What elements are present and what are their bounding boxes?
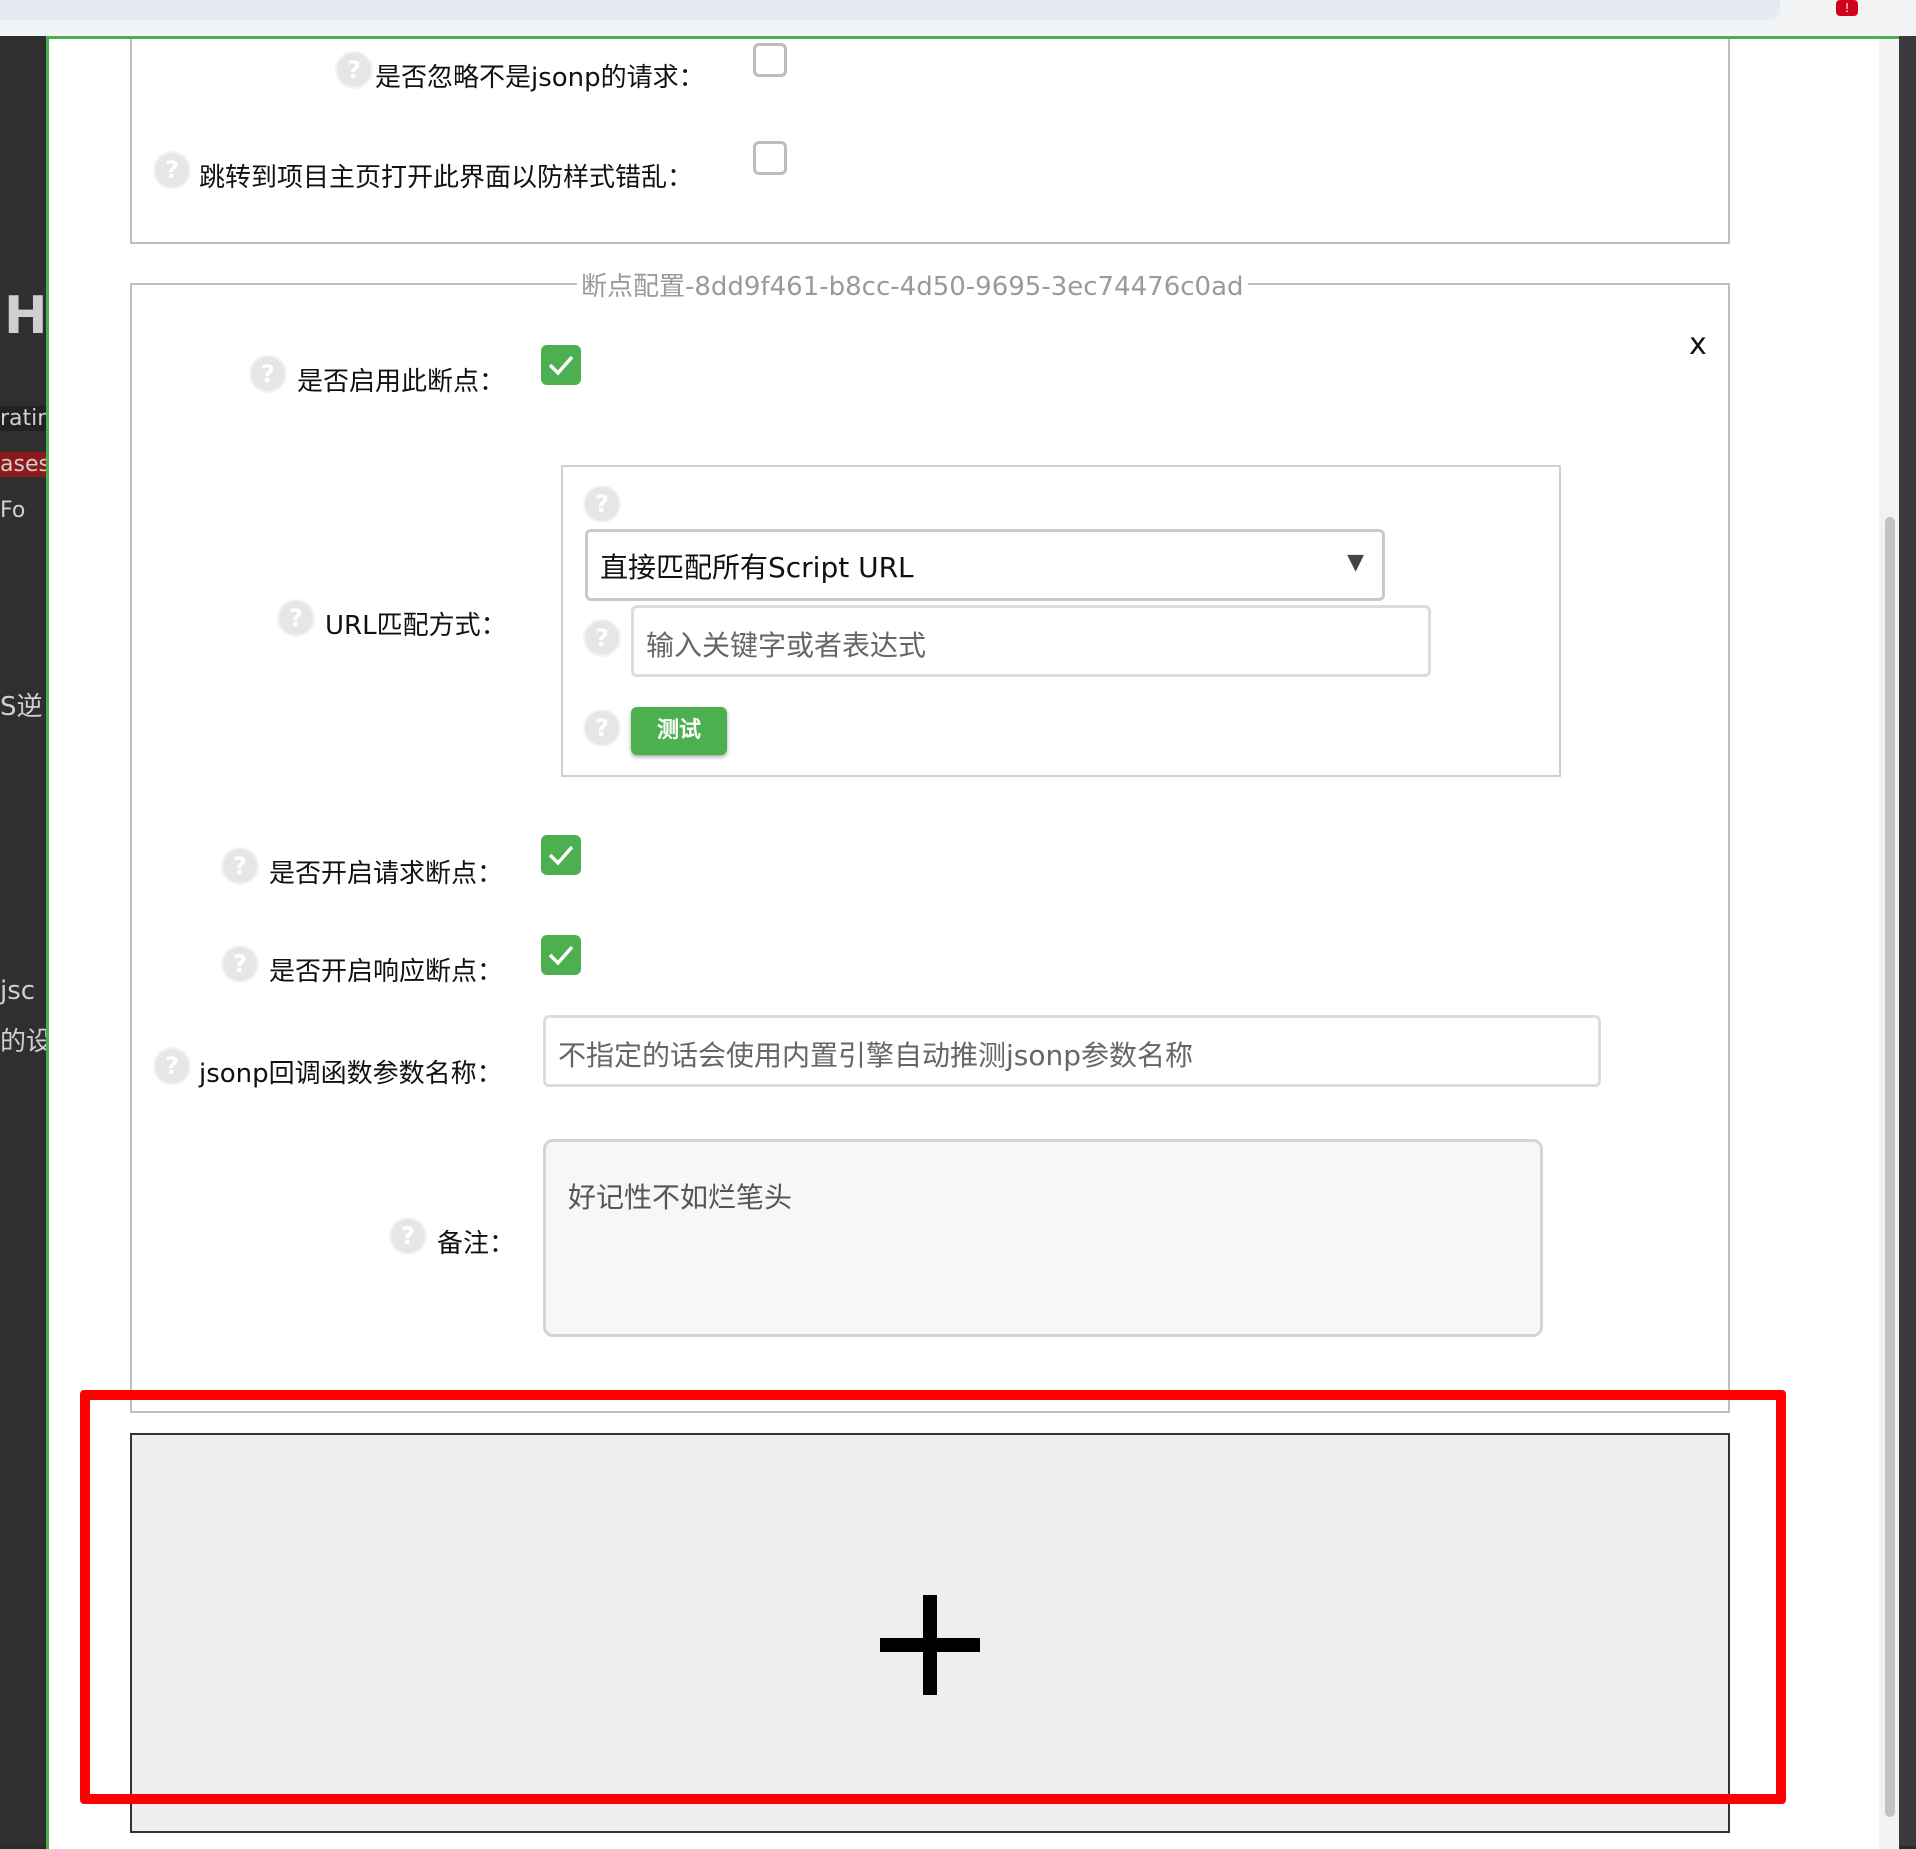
request-breakpoint-checkbox[interactable] — [541, 835, 581, 875]
background-text: 的设 — [0, 1027, 46, 1057]
help-icon[interactable]: ? — [583, 709, 621, 747]
url-keyword-input[interactable]: 输入关键字或者表达式 — [631, 605, 1431, 677]
background-text: jsc — [0, 976, 36, 1006]
close-breakpoint-button[interactable]: x — [1689, 327, 1707, 362]
chevron-down-icon: ▼ — [1347, 550, 1364, 575]
test-button[interactable]: 测试 — [631, 707, 727, 755]
open-homepage-label: 跳转到项目主页打开此界面以防样式错乱： — [199, 163, 694, 193]
check-icon — [548, 845, 574, 866]
help-icon[interactable]: ? — [153, 151, 191, 189]
ignore-non-jsonp-label: 是否忽略不是jsonp的请求： — [375, 63, 705, 93]
background-text: ratin — [0, 406, 46, 431]
remark-label: 备注： — [437, 1229, 516, 1259]
help-icon[interactable]: ? — [153, 1047, 191, 1085]
highlight-box — [80, 1390, 1786, 1804]
background-text: Fo — [0, 498, 26, 523]
url-match-select[interactable]: 直接匹配所有Script URL ▼ — [585, 529, 1385, 601]
url-match-select-value: 直接匹配所有Script URL — [600, 551, 914, 584]
background-text: H — [4, 286, 46, 346]
request-breakpoint-label: 是否开启请求断点： — [269, 859, 504, 889]
help-icon[interactable]: ? — [583, 485, 621, 523]
enable-breakpoint-checkbox[interactable] — [541, 345, 581, 385]
url-keyword-placeholder: 输入关键字或者表达式 — [646, 629, 927, 662]
response-breakpoint-checkbox[interactable] — [541, 935, 581, 975]
browser-toolbar: ! — [0, 0, 1916, 36]
help-icon[interactable]: ? — [335, 51, 373, 89]
help-icon[interactable]: ? — [583, 619, 621, 657]
ignore-non-jsonp-checkbox[interactable] — [753, 43, 787, 77]
help-icon[interactable]: ? — [221, 945, 259, 983]
background-page-left: H ratin ases Fo S逆 jsc 的设 — [0, 36, 46, 1846]
jsonp-callback-input[interactable]: 不指定的话会使用内置引擎自动推测jsonp参数名称 — [543, 1015, 1601, 1087]
help-icon[interactable]: ? — [389, 1217, 427, 1255]
check-icon — [548, 355, 574, 376]
open-homepage-checkbox[interactable] — [753, 141, 787, 175]
tab-strip — [0, 0, 1780, 20]
help-icon[interactable]: ? — [277, 599, 315, 637]
response-breakpoint-label: 是否开启响应断点： — [269, 957, 504, 987]
jsonp-callback-placeholder: 不指定的话会使用内置引擎自动推测jsonp参数名称 — [558, 1039, 1194, 1072]
remark-textarea[interactable]: 好记性不如烂笔头 — [543, 1139, 1543, 1337]
background-text: S逆 — [0, 692, 43, 722]
help-icon[interactable]: ? — [249, 355, 287, 393]
check-icon — [548, 945, 574, 966]
help-icon[interactable]: ? — [221, 847, 259, 885]
scrollbar-thumb[interactable] — [1885, 517, 1895, 1817]
breakpoint-legend: 断点配置-8dd9f461-b8cc-4d50-9695-3ec74476c0a… — [577, 266, 1248, 303]
background-page-right — [1896, 36, 1916, 1846]
background-text: ases — [0, 452, 46, 477]
jsonp-callback-label: jsonp回调函数参数名称： — [199, 1059, 503, 1089]
enable-breakpoint-label: 是否启用此断点： — [297, 367, 506, 397]
url-match-label: URL匹配方式： — [325, 611, 507, 641]
extension-badge[interactable]: ! — [1836, 0, 1858, 16]
remark-placeholder: 好记性不如烂笔头 — [568, 1181, 793, 1214]
